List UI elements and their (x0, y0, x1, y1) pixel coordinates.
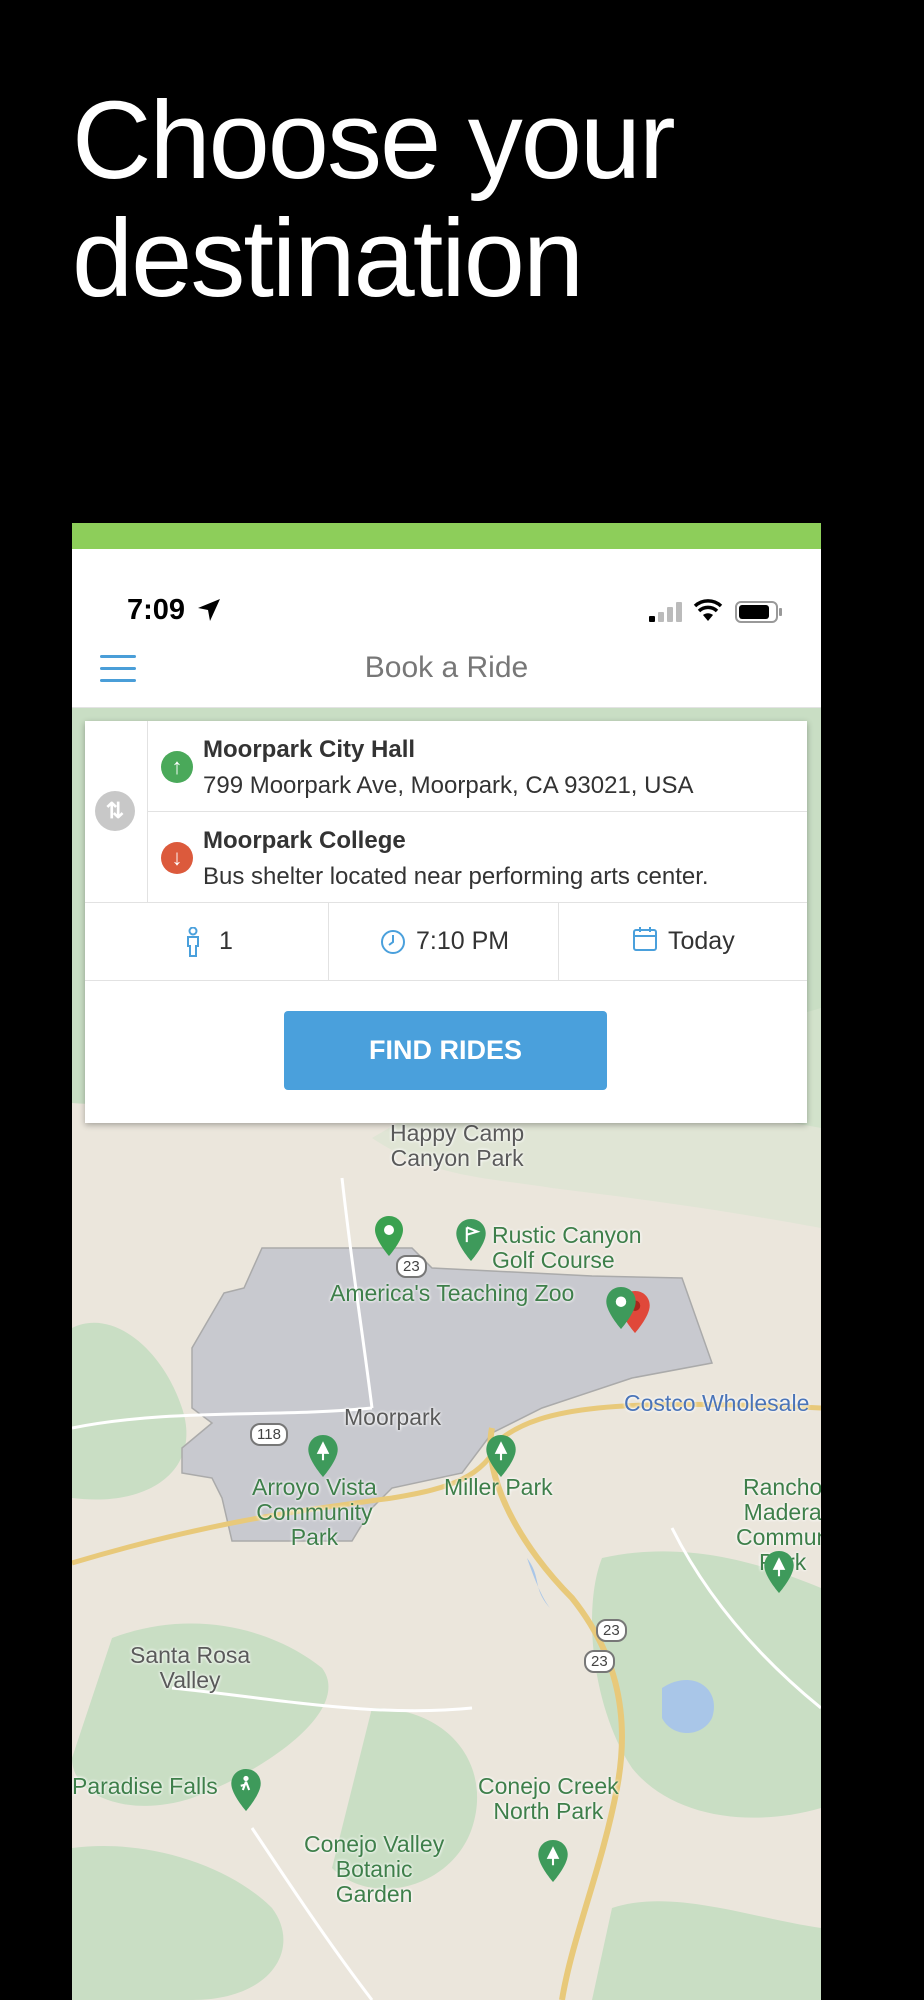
passenger-count-selector[interactable]: 1 (85, 903, 329, 980)
map-label-santa-rosa: Santa Rosa Valley (130, 1642, 251, 1693)
headline-line-2: destination (72, 197, 584, 320)
page-title: Book a Ride (364, 651, 529, 684)
park-tree-icon (538, 1840, 568, 1882)
wifi-icon (693, 599, 723, 621)
destination-field[interactable]: ↓ Moorpark College Bus shelter located n… (147, 812, 807, 902)
arrow-down-icon: ↓ (161, 842, 193, 874)
calendar-icon (633, 927, 657, 951)
status-bar: 7:09 (72, 549, 821, 629)
time-selector[interactable]: 7:10 PM (329, 903, 559, 980)
route-shield-23: 23 (584, 1650, 615, 1673)
origin-name: Moorpark City Hall (203, 736, 416, 763)
find-rides-button[interactable]: FIND RIDES (284, 1011, 607, 1090)
battery-icon (735, 601, 782, 623)
hiking-marker-icon (231, 1769, 261, 1811)
destination-address: Bus shelter located near performing arts… (203, 863, 709, 890)
headline: Choose your destination (72, 79, 676, 320)
date-selector[interactable]: Today (559, 903, 807, 980)
golf-course-marker-icon (456, 1219, 486, 1261)
ride-date: Today (668, 927, 735, 955)
map-label-conejo-creek: Conejo Creek North Park (478, 1773, 619, 1824)
swap-column: ⇅ (85, 721, 148, 902)
origin-field[interactable]: ↑ Moorpark City Hall 799 Moorpark Ave, M… (147, 721, 807, 812)
park-tree-icon (308, 1435, 338, 1477)
map-label-conejo-valley: Conejo Valley Botanic Garden (304, 1831, 445, 1907)
clock-icon (381, 930, 405, 954)
arrow-up-icon: ↑ (161, 751, 193, 783)
accent-bar (72, 523, 821, 549)
origin-address: 799 Moorpark Ave, Moorpark, CA 93021, US… (203, 772, 694, 799)
map-label-miller-park: Miller Park (444, 1474, 553, 1500)
route-shield-23: 23 (596, 1619, 627, 1642)
park-tree-icon (764, 1551, 794, 1593)
map-label-arroyo-vista: Arroyo Vista Community Park (252, 1474, 377, 1550)
destination-name: Moorpark College (203, 827, 406, 854)
map-label-moorpark: Moorpark (344, 1404, 442, 1430)
passenger-count: 1 (219, 927, 233, 955)
route-shield-23: 23 (396, 1255, 427, 1278)
headline-line-1: Choose your (72, 79, 676, 202)
phone-screen: 7:09 Book a Ride Happy Camp Canyon Park … (72, 523, 821, 2000)
zoo-marker-icon (606, 1287, 636, 1329)
map-label-costco: Costco Wholesale (624, 1390, 810, 1416)
person-icon (187, 927, 199, 957)
map-label-rustic-canyon: Rustic Canyon Golf Course (492, 1222, 642, 1273)
map-label-paradise-falls: Paradise Falls (72, 1773, 218, 1799)
location-arrow-icon (198, 599, 220, 621)
navigation-bar: Book a Ride (72, 629, 821, 708)
swap-locations-icon[interactable]: ⇅ (95, 791, 135, 831)
signal-icon (649, 602, 682, 622)
ride-options-row: 1 7:10 PM Today (85, 902, 807, 981)
route-shield-118: 118 (250, 1423, 288, 1446)
map-label-teaching-zoo: America's Teaching Zoo (330, 1280, 575, 1306)
map-pin-origin-icon[interactable] (375, 1216, 403, 1256)
ride-search-card: ⇅ ↑ Moorpark City Hall 799 Moorpark Ave,… (85, 721, 807, 1123)
ride-time: 7:10 PM (416, 927, 510, 955)
map-label-happy-camp: Happy Camp Canyon Park (390, 1120, 525, 1171)
status-time: 7:09 (127, 594, 186, 626)
park-tree-icon (486, 1435, 516, 1477)
